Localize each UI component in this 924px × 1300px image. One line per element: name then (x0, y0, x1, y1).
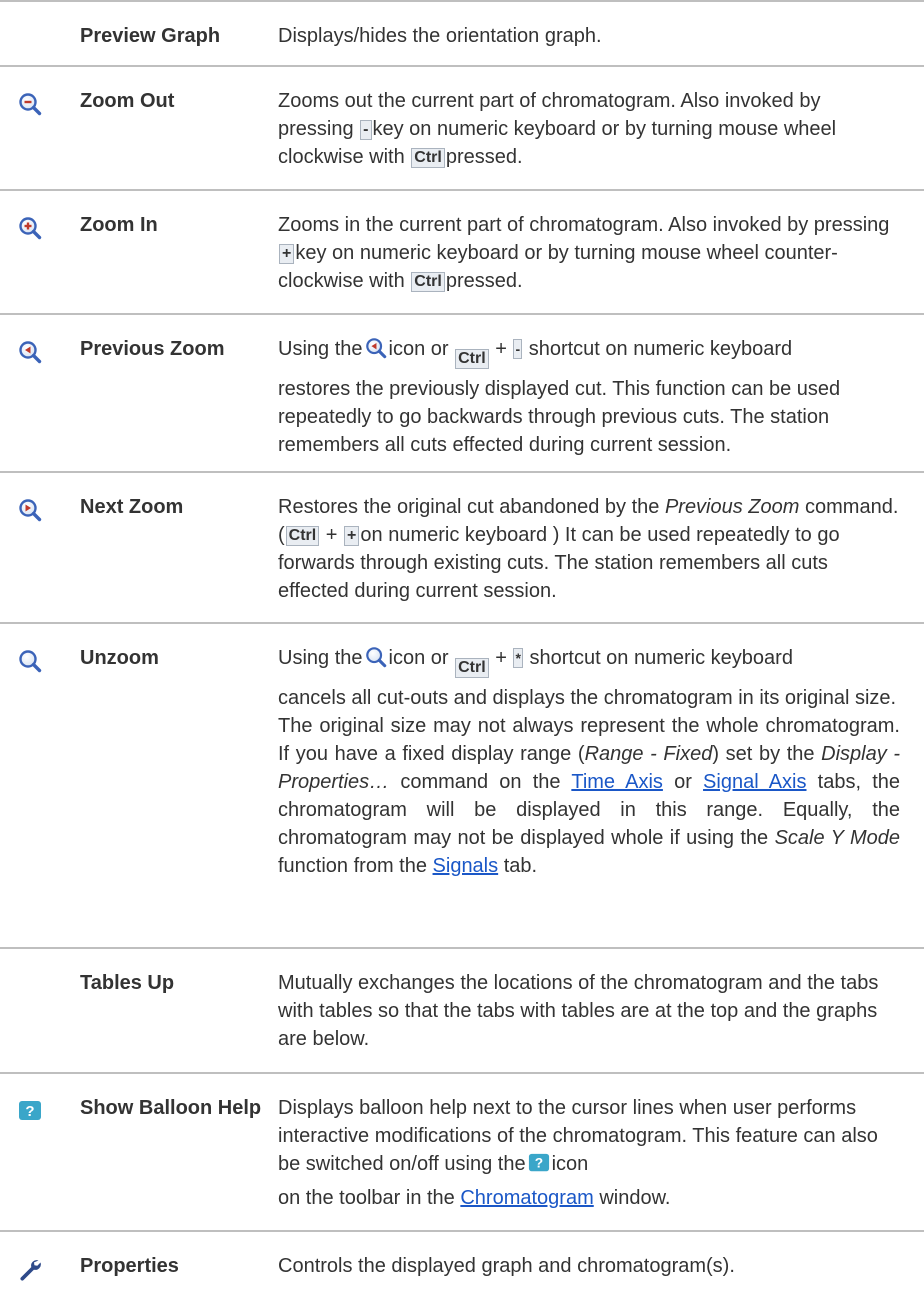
command-description: Displays/hides the orientation graph. (278, 25, 602, 47)
key-ctrl: Ctrl (455, 658, 489, 678)
key-ctrl: Ctrl (455, 349, 489, 369)
command-name: Show Balloon Help (80, 1097, 262, 1119)
key-ctrl: Ctrl (411, 148, 445, 168)
svg-text:?: ? (534, 1156, 542, 1171)
table-row-show-balloon-help: ? Show Balloon Help Displays balloon hel… (0, 1074, 924, 1232)
time-axis-link[interactable]: Time Axis (571, 771, 663, 793)
command-description: Restores the original cut abandoned by t… (278, 473, 912, 622)
desc-text: or (674, 771, 692, 793)
wrench-icon (20, 1260, 41, 1281)
desc-text: cancels all cut-outs and displays the ch… (278, 687, 897, 709)
desc-text: tab. (503, 855, 538, 877)
command-name: Unzoom (80, 647, 159, 669)
desc-text: icon (551, 1153, 589, 1175)
key-ctrl: Ctrl (285, 526, 320, 546)
key-asterisk: * (513, 648, 523, 668)
command-name: Zoom Out (80, 90, 175, 112)
table-row-zoom-in: Zoom In Zooms in the current part of chr… (0, 191, 924, 315)
plus-sign: + (495, 338, 507, 360)
emphasis: Scale Y Mode (774, 827, 901, 849)
unzoom-paragraph-2: The original size may not always represe… (278, 712, 900, 880)
svg-text:?: ? (25, 1103, 34, 1120)
key-plus: + (344, 526, 360, 546)
command-name: Preview Graph (80, 25, 221, 47)
table-row-zoom-out: Zoom Out Zooms out the current part of c… (0, 67, 924, 191)
command-name: Tables Up (80, 972, 175, 994)
desc-text: shortcut on numeric keyboard (528, 338, 793, 360)
help-icon: ? (19, 1101, 41, 1120)
unzoom-icon (365, 647, 386, 668)
signals-link[interactable]: Signals (433, 855, 499, 877)
desc-text: function from the (278, 855, 427, 877)
desc-text: on numeric keyboard ) It can be used rep… (278, 524, 840, 602)
key-ctrl: Ctrl (411, 272, 445, 292)
desc-text: ) set by the (712, 743, 815, 765)
desc-text: pressed. (445, 146, 523, 168)
table-row-tables-up: Tables Up Mutually exchanges the locatio… (0, 949, 924, 1074)
command-description: Zooms out the current part of chromatogr… (278, 67, 912, 189)
key-minus: - (360, 120, 372, 140)
desc-text: pressed. (445, 270, 523, 292)
table-row-next-zoom: Next Zoom Restores the original cut aban… (0, 473, 924, 624)
help-icon: ? (528, 1153, 549, 1172)
zoom-in-icon (19, 217, 42, 240)
command-name: Zoom In (80, 214, 158, 236)
command-description: Displays balloon help next to the cursor… (278, 1074, 912, 1230)
toolbar-commands-table: Preview Graph Displays/hides the orienta… (0, 0, 924, 1300)
key-minus: - (513, 339, 523, 359)
command-description: Zooms in the current part of chromatogra… (278, 191, 912, 313)
desc-text: icon or (388, 338, 449, 360)
desc-text: icon or (388, 647, 449, 669)
icon-cell (0, 2, 80, 65)
next-zoom-icon (19, 499, 42, 522)
table-row-previous-zoom: Previous Zoom Using the icon or Ctrl + - … (0, 315, 924, 473)
unzoom-icon (19, 650, 42, 673)
emphasis: Previous Zoom (664, 496, 800, 518)
desc-text: shortcut on numeric keyboard (529, 647, 793, 669)
table-row-preview-graph: Preview Graph Displays/hides the orienta… (0, 0, 924, 67)
desc-text: Using the (278, 338, 363, 360)
plus-sign: + (495, 647, 507, 669)
emphasis: Range - Fixed (584, 743, 713, 765)
signal-axis-link[interactable]: Signal Axis (703, 771, 806, 793)
command-name: Previous Zoom (80, 338, 225, 360)
previous-zoom-icon (19, 341, 42, 364)
desc-text: Zooms in the current part of chromatogra… (278, 214, 890, 236)
table-row-properties: Properties Controls the displayed graph … (0, 1232, 924, 1300)
command-name: Properties (80, 1255, 179, 1277)
command-description: Controls the displayed graph and chromat… (278, 1255, 735, 1277)
plus-sign: + (325, 524, 338, 546)
desc-text: command on the (400, 771, 561, 793)
desc-text: window. (599, 1187, 671, 1209)
command-name: Next Zoom (80, 496, 184, 518)
command-description: Mutually exchanges the locations of the … (278, 972, 879, 1050)
desc-text: Restores the original cut abandoned by t… (278, 496, 660, 518)
zoom-out-icon (19, 93, 42, 116)
desc-text: restores the previously displayed cut. T… (278, 378, 841, 456)
key-plus: + (279, 244, 295, 264)
command-description: Using the icon or Ctrl + - shortcut on nu… (278, 315, 912, 473)
desc-text: on the toolbar in the (278, 1187, 455, 1209)
previous-zoom-icon (365, 338, 386, 359)
desc-text: key on numeric keyboard or by turning mo… (278, 242, 838, 292)
desc-text: Using the (278, 647, 363, 669)
chromatogram-link[interactable]: Chromatogram (460, 1187, 593, 1209)
command-description: Using the icon or Ctrl + * shortcut on nu… (278, 624, 912, 947)
table-row-unzoom: Unzoom Using the icon or Ctrl + * shortcu… (0, 624, 924, 949)
